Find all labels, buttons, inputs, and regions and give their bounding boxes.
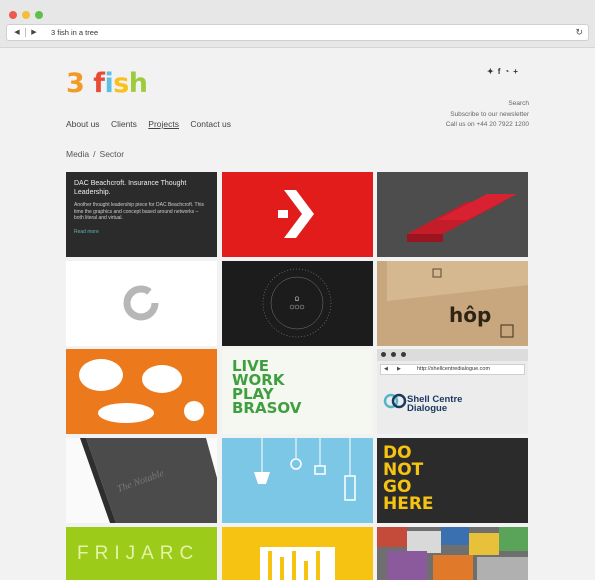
breadcrumb: Media / Sector bbox=[66, 149, 124, 159]
minimize-window-button[interactable] bbox=[22, 11, 30, 19]
rss-icon[interactable]: ◔ bbox=[504, 67, 509, 76]
main-nav: About us Clients Projects Contact us bbox=[66, 119, 240, 129]
close-window-button[interactable] bbox=[9, 11, 17, 19]
nav-about[interactable]: About us bbox=[66, 119, 100, 129]
live-work-play-text: LIVE WORK PLAY BRASOV bbox=[232, 359, 302, 417]
nav-clients[interactable]: Clients bbox=[111, 119, 137, 129]
logo-letter-h: h bbox=[128, 68, 148, 99]
project-tile-frijarc[interactable]: FRIJARC bbox=[66, 527, 217, 580]
breadcrumb-separator: / bbox=[93, 149, 96, 159]
project-tile-shell[interactable]: ◀ ▶ http://shellcentredialogue.com Shell… bbox=[377, 349, 528, 434]
ring-logo-image bbox=[123, 285, 159, 321]
forward-arrow-icon[interactable]: ▶ bbox=[26, 25, 42, 40]
project-tile-dac[interactable]: DAC Beachcroft. Insurance Thought Leader… bbox=[66, 172, 217, 257]
twitter-icon[interactable]: ✦ bbox=[487, 67, 494, 76]
project-tile-orange[interactable] bbox=[66, 349, 217, 434]
project-tile-lamps[interactable] bbox=[222, 438, 373, 523]
project-tile-felt[interactable] bbox=[377, 172, 528, 257]
back-arrow-icon[interactable]: ◀ bbox=[9, 25, 25, 40]
donot-word-4: HERE bbox=[383, 494, 434, 514]
utility-links: Search Subscribe to our newsletter Call … bbox=[446, 99, 529, 131]
facebook-icon[interactable]: f bbox=[498, 67, 501, 76]
yellow-pattern-image bbox=[260, 547, 335, 580]
search-link[interactable]: Search bbox=[446, 99, 529, 110]
project-tile-chevron[interactable] bbox=[222, 172, 373, 257]
logo-letter-s: s bbox=[113, 68, 129, 99]
url-text[interactable]: 3 fish in a tree bbox=[51, 25, 98, 40]
phone-text: Call us on +44 20 7922 1200 bbox=[445, 121, 529, 128]
social-links: ✦ f ◔ + bbox=[487, 67, 522, 76]
tile-title: DAC Beachcroft. Insurance Thought Leader… bbox=[74, 180, 187, 196]
shell-centre-logo: Shell Centre Dialogue bbox=[407, 395, 462, 414]
hop-wordmark: hôp bbox=[449, 303, 492, 327]
shell-rings-icon bbox=[383, 393, 407, 409]
read-more-link[interactable]: Read more bbox=[74, 229, 209, 235]
project-tile-hop[interactable]: hôp bbox=[377, 261, 528, 346]
logo-letter-f: f bbox=[93, 68, 105, 99]
project-tile-omega[interactable]: Ω bbox=[222, 261, 373, 346]
site-logo[interactable]: 3 fish bbox=[66, 68, 148, 99]
frijarc-text: FRIJARC bbox=[77, 543, 200, 564]
project-tile-ring[interactable] bbox=[66, 261, 217, 346]
breadcrumb-media[interactable]: Media bbox=[66, 149, 89, 159]
project-tile-yellow[interactable] bbox=[222, 527, 373, 580]
project-tile-live-work[interactable]: LIVE WORK PLAY BRASOV bbox=[222, 349, 373, 434]
omega-seal-image: Ω bbox=[262, 268, 332, 338]
newsletter-link[interactable]: Subscribe to our newsletter bbox=[446, 110, 529, 121]
address-bar[interactable]: ◀ ▶ 3 fish in a tree ↻ bbox=[6, 24, 589, 41]
nav-contact[interactable]: Contact us bbox=[190, 119, 231, 129]
reload-icon[interactable]: ↻ bbox=[575, 25, 583, 40]
maximize-window-button[interactable] bbox=[35, 11, 43, 19]
nav-projects[interactable]: Projects bbox=[148, 119, 179, 129]
page: 3 fish ✦ f ◔ + Search Subscribe to our news… bbox=[0, 49, 595, 580]
shell-logo-line-2: Dialogue bbox=[407, 403, 448, 414]
project-tile-collage[interactable] bbox=[377, 527, 528, 580]
svg-text:Ω: Ω bbox=[295, 297, 300, 303]
do-not-go-here-text: DO NOT GO HERE bbox=[383, 445, 434, 513]
felt-object-image bbox=[407, 194, 517, 242]
browser-chrome: ◀ ▶ 3 fish in a tree ↻ bbox=[0, 0, 595, 48]
plus-icon[interactable]: + bbox=[513, 67, 518, 76]
live-word-4: BRASOV bbox=[232, 399, 302, 417]
logo-letter-i: i bbox=[104, 68, 114, 99]
chevron-logo-image bbox=[278, 190, 314, 238]
collage-image bbox=[377, 527, 528, 580]
lamps-illustration-image bbox=[254, 438, 356, 501]
tile-description: Another thought leadership piece for DAC… bbox=[74, 202, 204, 221]
breadcrumb-sector: Sector bbox=[99, 149, 125, 159]
project-tile-book[interactable]: The Notable bbox=[66, 438, 217, 523]
project-tile-do-not-go-here[interactable]: DO NOT GO HERE bbox=[377, 438, 528, 523]
orange-illustration-image bbox=[79, 359, 204, 423]
logo-digit: 3 bbox=[66, 68, 85, 99]
